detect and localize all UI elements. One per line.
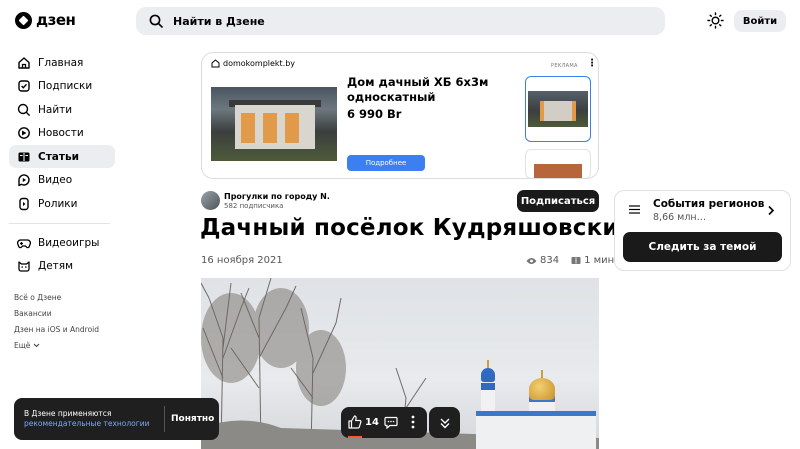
logo-icon xyxy=(15,11,32,29)
article-action-bar: 14 xyxy=(341,407,427,438)
ad-banner[interactable]: domokomplekt.by РЕКЛАМА ⋮ Дом дачный ХБ … xyxy=(201,52,599,179)
chevron-right-icon[interactable] xyxy=(767,205,775,216)
sidebar-item-articles[interactable]: Статьи xyxy=(9,145,115,168)
sidebar-item-videogames[interactable]: Видеоигры xyxy=(9,231,115,254)
article-meta: 834 1 мин xyxy=(526,255,614,266)
book-icon xyxy=(571,257,581,264)
sidebar-item-label: Видеоигры xyxy=(38,236,100,249)
sidebar-item-search[interactable]: Найти xyxy=(9,98,115,121)
cookie-accept-button[interactable]: Понятно xyxy=(171,414,214,424)
channel-subscribers: 582 подписчика xyxy=(224,202,284,210)
like-button[interactable]: 14 xyxy=(348,415,379,429)
channel-avatar[interactable] xyxy=(201,191,220,210)
sidebar-item-label: Подписки xyxy=(38,80,93,92)
ad-details-button[interactable]: Подробнее xyxy=(347,155,425,171)
follow-topic-button[interactable]: Следить за темой xyxy=(623,232,782,262)
sun-icon[interactable] xyxy=(707,12,724,29)
likes-count: 14 xyxy=(365,416,379,428)
list-icon xyxy=(629,205,640,214)
cookie-text: В Дзене применяются рекомендательные тех… xyxy=(24,409,149,429)
sidebar-item-label: Детям xyxy=(38,260,74,272)
gamepad-icon xyxy=(17,238,31,248)
ad-price: 6 990 Br xyxy=(347,107,402,121)
search-placeholder: Найти в Дзене xyxy=(173,14,265,28)
footer-links: Всё о Дзене Вакансии Дзен на iOS и Andro… xyxy=(14,292,99,356)
search-bar[interactable]: Найти в Дзене xyxy=(136,7,665,35)
article-date: 16 ноября 2021 xyxy=(201,255,283,266)
thumbs-up-icon xyxy=(348,415,362,429)
ad-domain[interactable]: domokomplekt.by xyxy=(211,59,295,68)
sidebar-item-label: Статьи xyxy=(38,150,79,163)
cookie-message: В Дзене применяются xyxy=(24,409,112,418)
topic-count: 8,66 млн… xyxy=(653,212,707,223)
sidebar-item-subscriptions[interactable]: Подписки xyxy=(9,75,115,98)
subscriptions-icon xyxy=(18,80,30,92)
footer-link-more[interactable]: Ещё xyxy=(14,340,99,356)
topic-title: События регионов xyxy=(653,198,765,210)
sidebar-item-label: Найти xyxy=(38,103,73,116)
divider xyxy=(9,223,110,224)
news-icon xyxy=(18,127,30,139)
read-time: 1 мин xyxy=(584,255,615,266)
cookie-link[interactable]: рекомендательные технологии xyxy=(24,419,149,429)
footer-link-apps[interactable]: Дзен на iOS и Android xyxy=(14,324,99,340)
church-dome xyxy=(481,368,495,382)
ad-image[interactable] xyxy=(211,87,337,161)
login-button[interactable]: Войти xyxy=(734,10,786,32)
ad-label: РЕКЛАМА xyxy=(551,63,578,69)
sidebar-item-news[interactable]: Новости xyxy=(9,122,115,145)
sidebar-item-label: Новости xyxy=(38,127,84,139)
sidebar-item-kids[interactable]: Детям xyxy=(9,255,115,278)
articles-icon xyxy=(18,152,30,161)
views-count: 834 xyxy=(540,255,560,266)
chevron-down-icon xyxy=(33,343,40,348)
like-indicator xyxy=(348,436,362,438)
eye-icon xyxy=(526,257,537,264)
sidebar-item-label: Главная xyxy=(38,56,84,69)
sidebar-item-label: Ролики xyxy=(38,197,78,210)
footer-link-about[interactable]: Всё о Дзене xyxy=(14,292,99,308)
divider xyxy=(164,406,165,432)
ad-domain-text: domokomplekt.by xyxy=(223,59,296,68)
ad-thumbnail-active[interactable] xyxy=(525,76,591,142)
church-dome xyxy=(529,378,555,400)
footer-link-jobs[interactable]: Вакансии xyxy=(14,308,99,324)
article-title: Дачный посёлок Кудряшовский xyxy=(200,215,636,241)
sidebar-item-home[interactable]: Главная xyxy=(9,51,115,74)
ad-thumbnail[interactable] xyxy=(525,149,591,178)
sidebar: Главная Подписки Найти Новости Статьи Ви… xyxy=(9,51,115,278)
logo-text: дзен xyxy=(36,11,76,29)
topic-panel[interactable]: События регионов 8,66 млн… Следить за те… xyxy=(614,190,791,271)
ad-title[interactable]: Дом дачный ХБ 6х3м односкатный xyxy=(347,75,497,105)
more-label: Ещё xyxy=(14,341,31,350)
comment-icon[interactable] xyxy=(384,415,398,429)
sidebar-item-label: Видео xyxy=(38,174,73,186)
logo[interactable]: дзен xyxy=(15,11,76,29)
kids-icon xyxy=(18,261,30,272)
church-building xyxy=(476,411,596,449)
more-icon[interactable]: ⋮ xyxy=(587,58,597,69)
cookie-notice: В Дзене применяются рекомендательные тех… xyxy=(14,398,219,440)
search-icon xyxy=(17,103,31,116)
sidebar-item-video[interactable]: Видео xyxy=(9,169,115,192)
more-vertical-icon[interactable] xyxy=(410,414,416,430)
collapse-button[interactable] xyxy=(429,407,460,438)
double-chevron-down-icon xyxy=(440,418,449,428)
shorts-icon xyxy=(19,197,29,210)
channel-name[interactable]: Прогулки по городу N. xyxy=(224,192,330,201)
sidebar-item-shorts[interactable]: Ролики xyxy=(9,192,115,215)
subscribe-button[interactable]: Подписаться xyxy=(517,190,599,212)
house-icon xyxy=(211,59,220,68)
search-icon xyxy=(149,14,163,28)
home-icon xyxy=(18,56,30,69)
video-icon xyxy=(18,174,30,187)
